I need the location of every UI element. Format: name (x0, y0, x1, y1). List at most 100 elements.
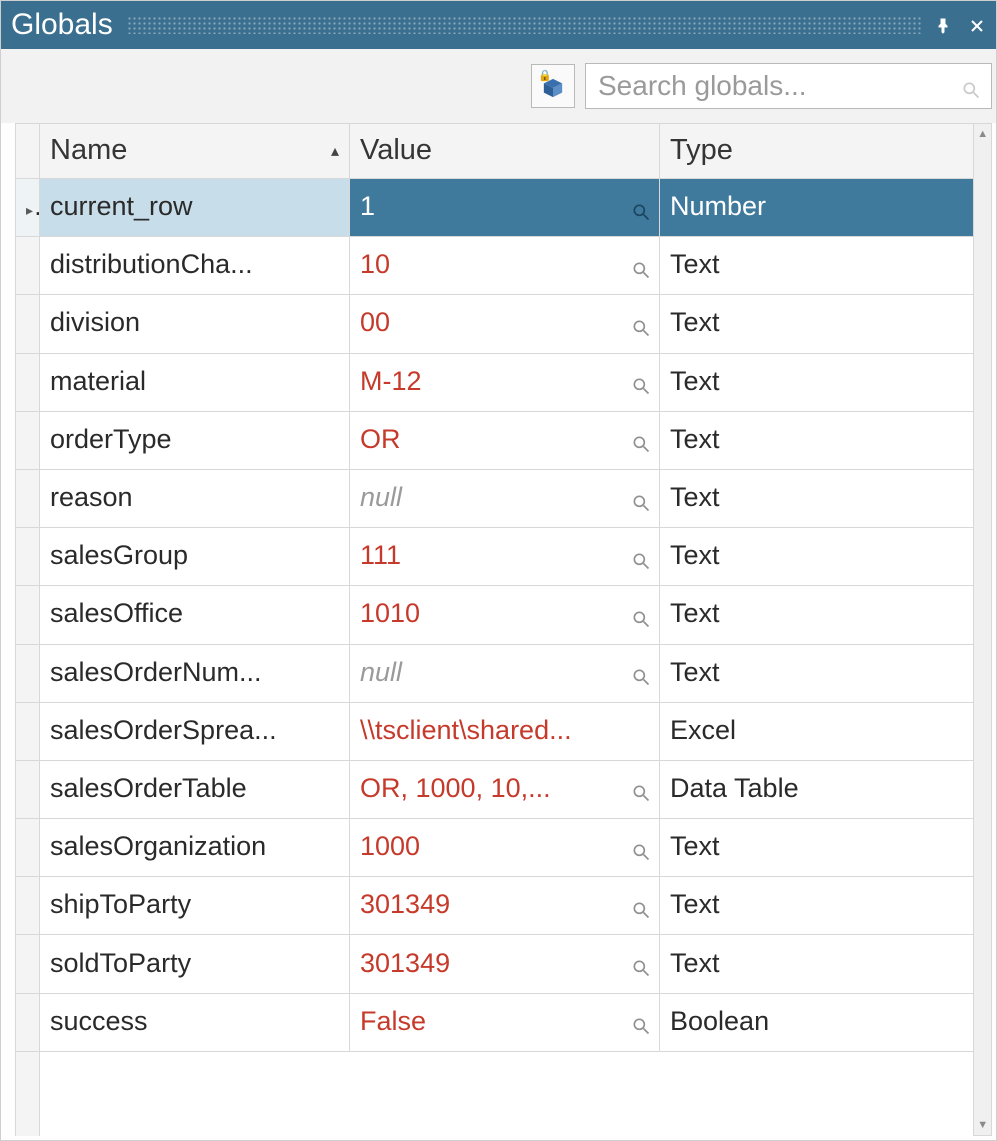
cell-name[interactable]: success (40, 993, 350, 1051)
table-row[interactable]: division00Text (16, 295, 974, 353)
table-row[interactable]: successFalseBoolean (16, 993, 974, 1051)
inspect-value-icon[interactable] (631, 198, 651, 218)
inspect-value-icon[interactable] (631, 1012, 651, 1032)
scroll-up-icon[interactable]: ▲ (974, 124, 991, 144)
cell-name[interactable]: shipToParty (40, 877, 350, 935)
cell-value[interactable]: False (350, 993, 660, 1051)
row-handle[interactable] (16, 469, 40, 527)
table-row[interactable]: shipToParty301349Text (16, 877, 974, 935)
inspect-value-icon[interactable] (631, 547, 651, 567)
cell-name[interactable]: salesOrderSprea... (40, 702, 350, 760)
cell-type[interactable]: Excel (660, 702, 974, 760)
row-handle[interactable] (16, 528, 40, 586)
row-handle[interactable] (16, 819, 40, 877)
row-handle[interactable] (16, 644, 40, 702)
cell-name[interactable]: orderType (40, 411, 350, 469)
cell-value[interactable]: \\tsclient\shared... (350, 702, 660, 760)
cell-type[interactable]: Text (660, 935, 974, 993)
table-row[interactable]: reasonnullText (16, 469, 974, 527)
cell-name[interactable]: current_row (40, 179, 350, 237)
cell-type[interactable]: Data Table (660, 760, 974, 818)
cell-value[interactable]: OR, 1000, 10,... (350, 760, 660, 818)
row-handle[interactable] (16, 586, 40, 644)
inspect-value-icon[interactable] (631, 954, 651, 974)
row-handle[interactable] (16, 702, 40, 760)
cell-value[interactable]: null (350, 644, 660, 702)
cell-type[interactable]: Text (660, 819, 974, 877)
cell-value[interactable]: null (350, 469, 660, 527)
cell-value[interactable]: 111 (350, 528, 660, 586)
scroll-down-icon[interactable]: ▼ (974, 1115, 991, 1135)
inspect-value-icon[interactable] (631, 838, 651, 858)
row-handle[interactable] (16, 411, 40, 469)
inspect-value-icon[interactable] (631, 489, 651, 509)
table-row[interactable]: salesGroup111Text (16, 528, 974, 586)
column-header-value[interactable]: Value (350, 124, 660, 179)
inspect-value-icon[interactable] (631, 372, 651, 392)
cell-value[interactable]: 1000 (350, 819, 660, 877)
cell-name[interactable]: salesGroup (40, 528, 350, 586)
inspect-value-icon[interactable] (631, 314, 651, 334)
row-handle[interactable] (16, 295, 40, 353)
cell-type[interactable]: Text (660, 295, 974, 353)
row-handle[interactable] (16, 935, 40, 993)
cell-value[interactable]: OR (350, 411, 660, 469)
cell-type[interactable]: Text (660, 237, 974, 295)
cell-type[interactable]: Text (660, 411, 974, 469)
inspect-value-icon[interactable] (631, 779, 651, 799)
inspect-value-icon[interactable] (631, 256, 651, 276)
cell-value[interactable]: 301349 (350, 935, 660, 993)
cell-name[interactable]: salesOrderTable (40, 760, 350, 818)
cell-value[interactable]: 1010 (350, 586, 660, 644)
cell-value[interactable]: 301349 (350, 877, 660, 935)
cell-type[interactable]: Text (660, 644, 974, 702)
row-handle[interactable] (16, 237, 40, 295)
cell-value[interactable]: 10 (350, 237, 660, 295)
table-row[interactable]: distributionCha...10Text (16, 237, 974, 295)
table-row[interactable]: orderTypeORText (16, 411, 974, 469)
cell-type[interactable]: Boolean (660, 993, 974, 1051)
row-handle[interactable] (16, 760, 40, 818)
cell-value[interactable]: M-12 (350, 353, 660, 411)
pin-button[interactable] (930, 12, 956, 38)
cell-type[interactable]: Text (660, 353, 974, 411)
cell-name[interactable]: material (40, 353, 350, 411)
cell-type[interactable]: Text (660, 586, 974, 644)
inspect-value-icon[interactable] (631, 896, 651, 916)
titlebar-grip[interactable] (127, 16, 922, 34)
close-button[interactable] (964, 12, 990, 38)
table-row[interactable]: ▸current_row1Number (16, 179, 974, 237)
toggle-private-button[interactable]: 🔒 (531, 64, 575, 108)
inspect-value-icon[interactable] (631, 663, 651, 683)
search-input[interactable] (596, 69, 961, 103)
table-row[interactable]: salesOffice1010Text (16, 586, 974, 644)
row-selector-header[interactable] (16, 124, 40, 179)
table-row[interactable]: salesOrderSprea...\\tsclient\shared...Ex… (16, 702, 974, 760)
row-handle[interactable] (16, 353, 40, 411)
inspect-value-icon[interactable] (631, 430, 651, 450)
cell-type[interactable]: Text (660, 877, 974, 935)
row-handle[interactable] (16, 877, 40, 935)
cell-type[interactable]: Text (660, 528, 974, 586)
cell-name[interactable]: salesOrderNum... (40, 644, 350, 702)
cell-name[interactable]: soldToParty (40, 935, 350, 993)
cell-value[interactable]: 00 (350, 295, 660, 353)
cell-name[interactable]: distributionCha... (40, 237, 350, 295)
cell-name[interactable]: division (40, 295, 350, 353)
table-row[interactable]: salesOrderNum...nullText (16, 644, 974, 702)
table-row[interactable]: salesOrderTableOR, 1000, 10,...Data Tabl… (16, 760, 974, 818)
table-row[interactable]: materialM-12Text (16, 353, 974, 411)
column-header-name[interactable]: Name ▴ (40, 124, 350, 179)
row-handle[interactable]: ▸ (16, 179, 40, 237)
cell-name[interactable]: salesOffice (40, 586, 350, 644)
cell-name[interactable]: salesOrganization (40, 819, 350, 877)
inspect-value-icon[interactable] (631, 605, 651, 625)
cell-value[interactable]: 1 (350, 179, 660, 237)
table-row[interactable]: salesOrganization1000Text (16, 819, 974, 877)
cell-name[interactable]: reason (40, 469, 350, 527)
vertical-scrollbar[interactable]: ▲ ▼ (974, 123, 992, 1136)
cell-type[interactable]: Text (660, 469, 974, 527)
row-handle[interactable] (16, 993, 40, 1051)
column-header-type[interactable]: Type (660, 124, 974, 179)
table-row[interactable]: soldToParty301349Text (16, 935, 974, 993)
